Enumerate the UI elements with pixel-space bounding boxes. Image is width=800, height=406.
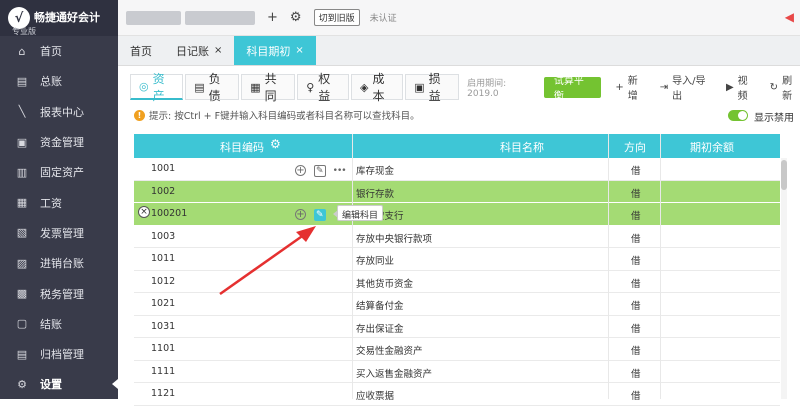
annotation-arrow <box>219 226 316 296</box>
arrow-shaft <box>219 230 309 296</box>
